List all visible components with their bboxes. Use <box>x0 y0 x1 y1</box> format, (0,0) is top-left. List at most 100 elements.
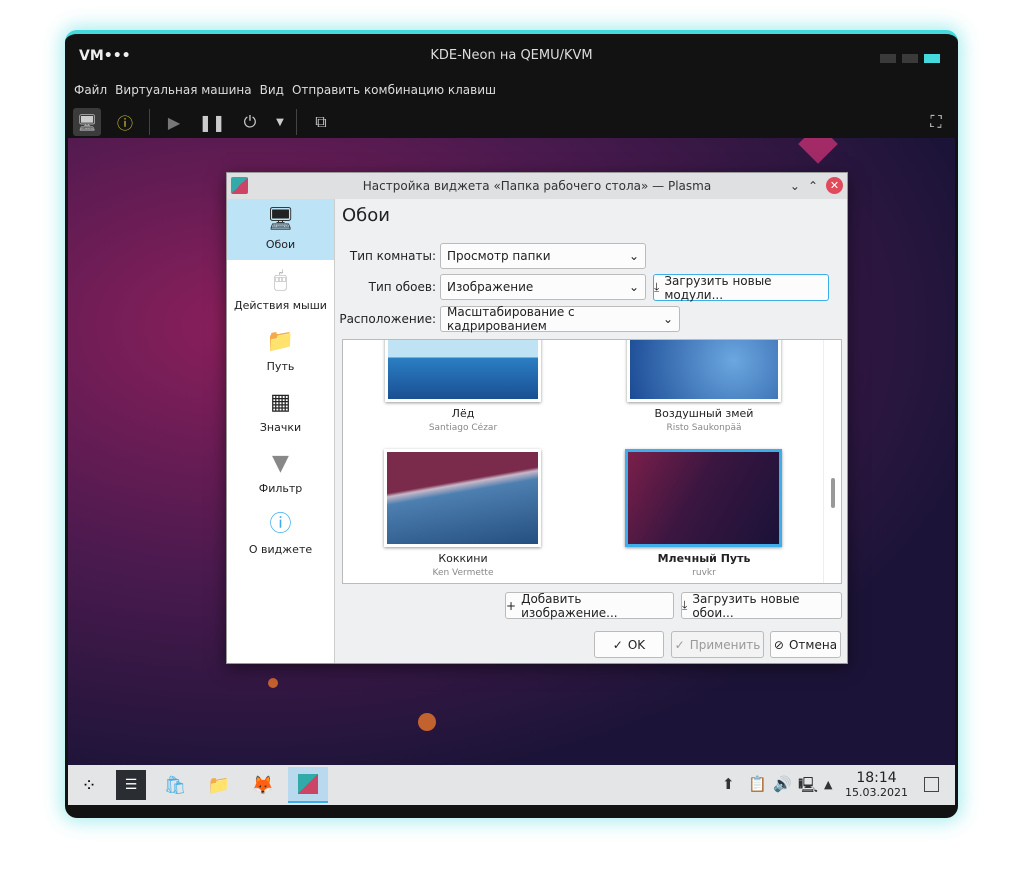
chevron-down-icon: ⌄ <box>628 280 639 294</box>
positioning-value: Масштабирование с кадрированием <box>447 305 575 333</box>
button-label: Загрузить новые обои... <box>692 591 800 620</box>
get-new-plugins-button[interactable]: ⤓ Загрузить новые модули... <box>653 273 829 302</box>
positioning-combo[interactable]: Масштабирование с кадрированием ⌄ <box>440 305 680 333</box>
sidebar-label: Действия мыши <box>234 299 327 312</box>
clock-date: 15.03.2021 <box>845 786 908 799</box>
discover-icon[interactable]: 🛍 <box>160 770 190 800</box>
snapshots-icon[interactable]: ⧉ <box>307 108 335 136</box>
clipboard-icon[interactable]: 📋 <box>748 775 767 793</box>
chevron-down-icon: ⌄ <box>662 312 673 326</box>
info-icon[interactable]: ⓘ <box>111 108 139 136</box>
play-icon[interactable]: ▶ <box>160 108 188 136</box>
plus-icon: + <box>506 598 517 613</box>
sidebar-item-filter[interactable]: ▼ Фильтр <box>227 443 334 504</box>
get-new-wallpapers-button[interactable]: ⤓ Загрузить новые обои... <box>681 591 842 620</box>
wallpaper-type-label: Тип обоев: <box>368 280 436 294</box>
maximize-button[interactable] <box>902 54 918 63</box>
system-settings-icon[interactable]: ☰ <box>116 770 146 800</box>
tray-expand-icon[interactable]: ▲ <box>824 778 832 791</box>
wallpaper-author: Santiago Cézar <box>428 423 498 433</box>
file-manager-icon[interactable]: 📁 <box>204 770 234 800</box>
plasma-icon <box>231 177 248 194</box>
sidebar-item-about[interactable]: ⓘ О виджете <box>227 504 334 565</box>
power-menu-chevron-icon[interactable]: ▼ <box>274 108 286 136</box>
wallpaper-thumb[interactable] <box>384 449 541 547</box>
wallpaper-thumb[interactable] <box>385 340 541 402</box>
sidebar-label: Обои <box>265 238 296 251</box>
button-label: Загрузить новые модули... <box>664 273 772 302</box>
ok-button[interactable]: ✓ OK <box>594 631 664 658</box>
wallpaper-author: Ken Vermette <box>432 568 494 578</box>
menu-file[interactable]: Файл <box>74 83 107 97</box>
apply-button[interactable]: ✓ Применить <box>671 631 764 658</box>
sidebar-item-location[interactable]: 📁 Путь <box>227 321 334 382</box>
cancel-icon: ⊘ <box>773 637 784 652</box>
add-image-button[interactable]: + Добавить изображение... <box>505 591 674 620</box>
sidebar-item-wallpaper[interactable]: 🖥 Обои <box>227 199 334 260</box>
check-icon: ✓ <box>612 637 623 652</box>
wallpaper-name: Воздушный змей <box>654 407 754 420</box>
sidebar-label: Фильтр <box>258 482 303 495</box>
clock[interactable]: 18:14 15.03.2021 <box>845 770 908 799</box>
scrollbar-thumb[interactable] <box>831 478 835 508</box>
check-icon: ✓ <box>674 637 685 652</box>
wallpaper-thumb[interactable] <box>627 340 781 402</box>
wallpaper-grid: Лёд Santiago Cézar Воздушный змей Risto … <box>342 339 842 584</box>
download-icon: ⤓ <box>682 598 688 612</box>
minimize-button[interactable] <box>880 54 896 63</box>
divider <box>296 109 297 135</box>
vm-title: KDE-Neon на QEMU/KVM <box>430 48 593 63</box>
sidebar-item-icons[interactable]: ▦ Значки <box>227 382 334 443</box>
sidebar-item-mouse-actions[interactable]: 🖱 Действия мыши <box>227 260 334 321</box>
app-launcher-icon[interactable]: ⁘ <box>74 770 104 800</box>
mouse-icon: 🖱 <box>273 268 288 293</box>
button-label: Добавить изображение... <box>521 591 618 620</box>
wallpaper-type-value: Изображение <box>447 280 534 294</box>
wallpaper-thumb-selected[interactable] <box>625 449 782 547</box>
layout-value: Просмотр папки <box>447 249 551 263</box>
taskbar: ⁘ ☰ 🛍 📁 🦊 ⬆ 📋 🔊 🖳 ▲ 18:14 15.03.2021 <box>68 765 955 805</box>
menu-vm[interactable]: Виртуальная машина <box>115 83 251 97</box>
positioning-label: Расположение: <box>339 312 436 326</box>
info-icon: ⓘ <box>269 512 292 537</box>
button-label: Отмена <box>788 637 838 652</box>
monitor-icon: 🖥 <box>266 207 295 232</box>
scrollbar[interactable] <box>823 340 841 583</box>
close-icon[interactable]: ✕ <box>826 177 843 194</box>
button-label: Применить <box>689 637 761 652</box>
wallpaper-author: Risto Saukonpää <box>666 423 742 433</box>
layout-combo[interactable]: Просмотр папки ⌄ <box>440 243 646 269</box>
pause-icon[interactable]: ❚❚ <box>198 108 226 136</box>
cancel-button[interactable]: ⊘ Отмена <box>770 631 841 658</box>
menu-view[interactable]: Вид <box>260 83 284 97</box>
sidebar-label: О виджете <box>248 543 313 556</box>
power-icon[interactable]: ⏻ <box>236 108 264 136</box>
menu-send-key[interactable]: Отправить комбинацию клавиш <box>292 83 496 97</box>
plasma-settings-task[interactable] <box>288 767 328 803</box>
layout-label: Тип комнаты: <box>349 249 436 263</box>
wallpaper-author: ruvkr <box>692 568 716 578</box>
sidebar-label: Значки <box>259 421 302 434</box>
divider <box>149 109 150 135</box>
console-icon[interactable]: 🖥 <box>73 108 101 136</box>
wallpaper-name: Коккини <box>438 552 488 565</box>
network-icon[interactable]: 🖳 <box>798 775 818 800</box>
widget-settings-dialog: Настройка виджета «Папка рабочего стола»… <box>226 172 848 664</box>
dialog-title: Настройка виджета «Папка рабочего стола»… <box>362 179 712 193</box>
minimize-icon[interactable]: ⌄ <box>790 179 800 193</box>
wallpaper-name: Млечный Путь <box>657 552 751 565</box>
sidebar-label: Путь <box>266 360 295 373</box>
folder-icon: 📁 <box>266 329 295 354</box>
close-button[interactable] <box>924 54 940 63</box>
filter-icon: ▼ <box>272 451 289 476</box>
clock-time: 18:14 <box>856 770 897 786</box>
show-desktop-icon[interactable] <box>924 777 939 792</box>
maximize-icon[interactable]: ⌃ <box>808 179 818 193</box>
wallpaper-name: Лёд <box>451 407 475 420</box>
wallpaper-type-combo[interactable]: Изображение ⌄ <box>440 274 646 300</box>
firefox-icon[interactable]: 🦊 <box>248 770 278 800</box>
button-label: OK <box>627 637 646 652</box>
volume-icon[interactable]: 🔊 <box>773 775 792 793</box>
fullscreen-icon[interactable]: ⛶ <box>922 108 950 136</box>
updates-icon[interactable]: ⬆ <box>722 775 735 793</box>
